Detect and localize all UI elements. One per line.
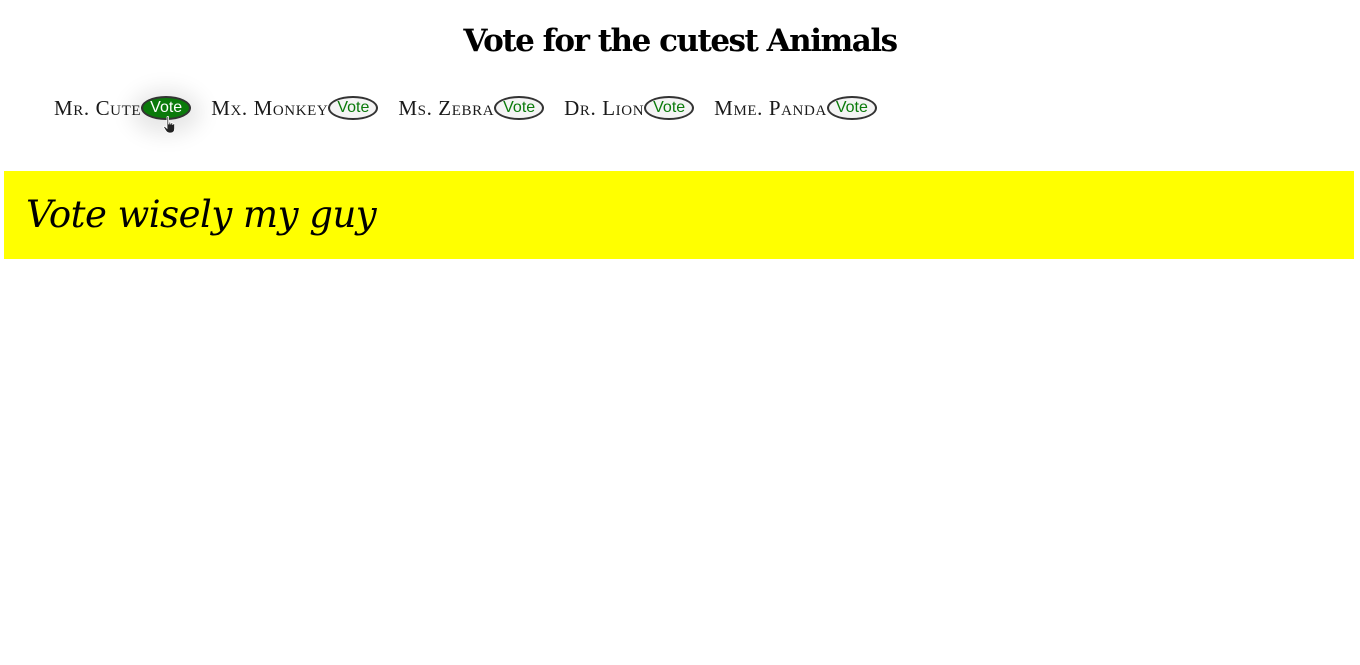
candidate-mx-monkey: Mx. Monkey Vote [211,94,379,122]
vote-button-mx-monkey[interactable]: Vote [328,96,379,120]
candidate-ms-zebra: Ms. Zebra Vote [398,94,545,122]
vote-button-dr-lion[interactable]: Vote [644,96,695,120]
candidate-name: Mme. Panda [714,96,827,120]
candidate-name: Mr. Cute [54,96,142,120]
candidate-mr-cute: Mr. Cute Vote [54,94,192,122]
candidate-name: Ms. Zebra [398,96,495,120]
page: Vote for the cutest Animals Mr. Cute Vot… [0,0,1360,665]
candidate-list: Mr. Cute Vote Mx. Monkey Vote Ms. Zebra … [54,94,877,122]
page-title: Vote for the cutest Animals [463,23,898,59]
candidate-mme-panda: Mme. Panda Vote [714,94,877,122]
candidate-name: Mx. Monkey [211,96,329,120]
vote-button-mr-cute[interactable]: Vote [141,96,192,120]
banner: Vote wisely my guy [4,171,1354,259]
vote-button-ms-zebra[interactable]: Vote [494,96,545,120]
candidate-name: Dr. Lion [564,96,645,120]
banner-text: Vote wisely my guy [26,193,377,236]
vote-button-mme-panda[interactable]: Vote [826,96,877,120]
candidate-dr-lion: Dr. Lion Vote [564,94,695,122]
